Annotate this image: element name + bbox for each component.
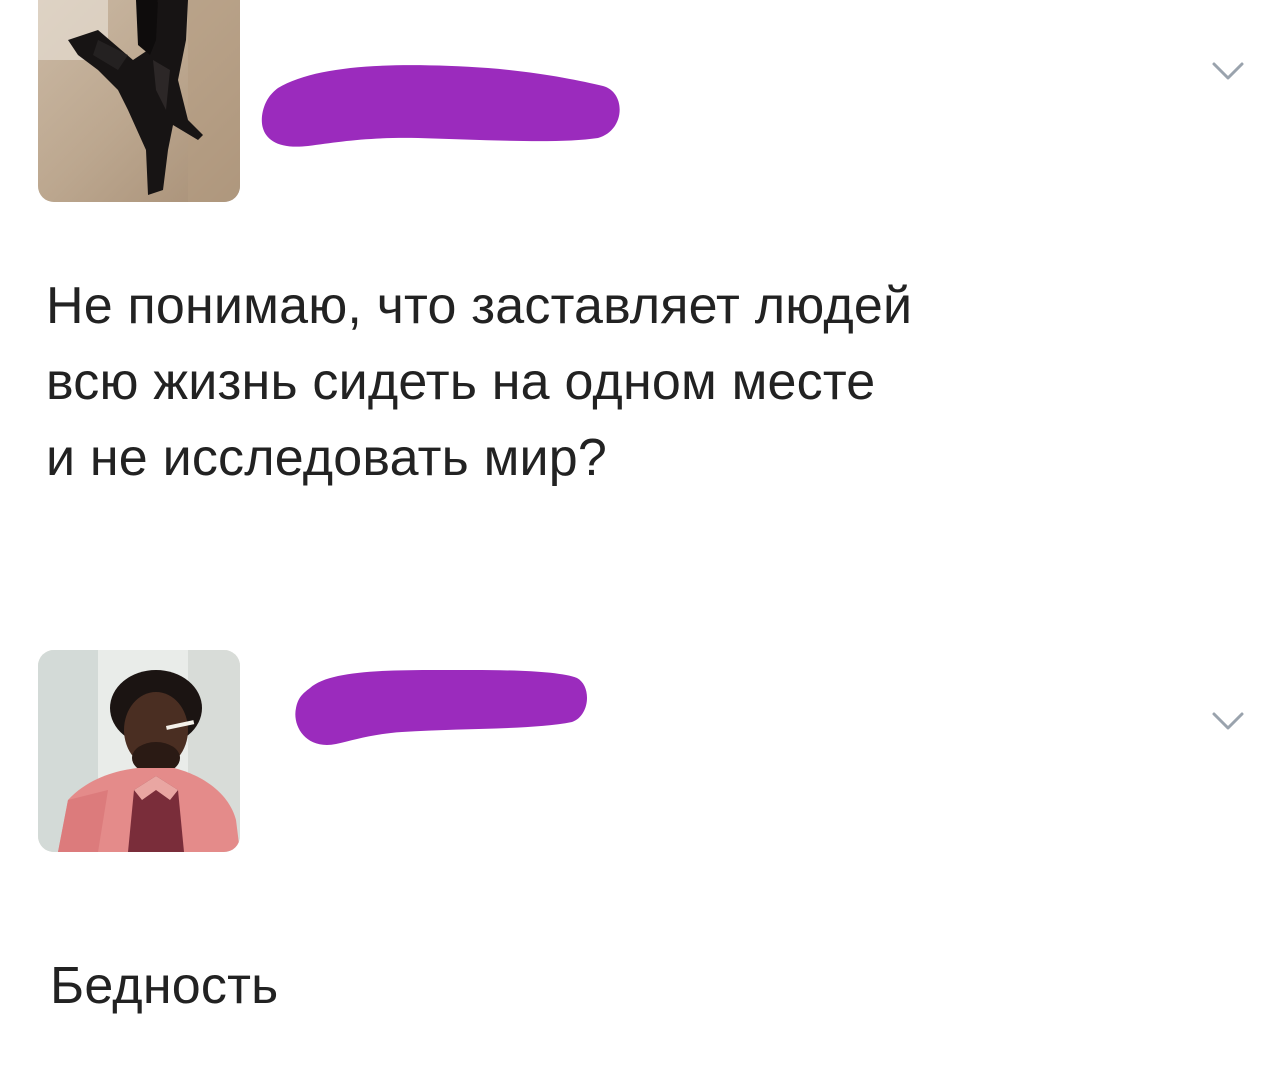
- post-text-line: Не понимаю, что заставляет людей: [46, 277, 913, 335]
- avatar[interactable]: [38, 0, 240, 202]
- chevron-down-icon[interactable]: [1208, 56, 1248, 86]
- post-1: Не понимаю, что заставляет людей всю жиз…: [0, 0, 1280, 560]
- post-2: Бедность: [0, 640, 1280, 1060]
- redacted-username: [295, 669, 588, 745]
- user-avatar-boot-photo: [38, 0, 240, 202]
- user-avatar-man-photo: [38, 650, 240, 852]
- chevron-down-icon[interactable]: [1208, 706, 1248, 736]
- post-text: Не понимаю, что заставляет людей всю жиз…: [46, 268, 912, 496]
- avatar[interactable]: [38, 650, 240, 852]
- post-text-line: всю жизнь сидеть на одном месте: [46, 353, 876, 411]
- post-text-line: Бедность: [50, 957, 279, 1015]
- redacted-username: [261, 65, 620, 147]
- post-text: Бедность: [50, 948, 278, 1024]
- post-text-line: и не исследовать мир?: [46, 429, 608, 487]
